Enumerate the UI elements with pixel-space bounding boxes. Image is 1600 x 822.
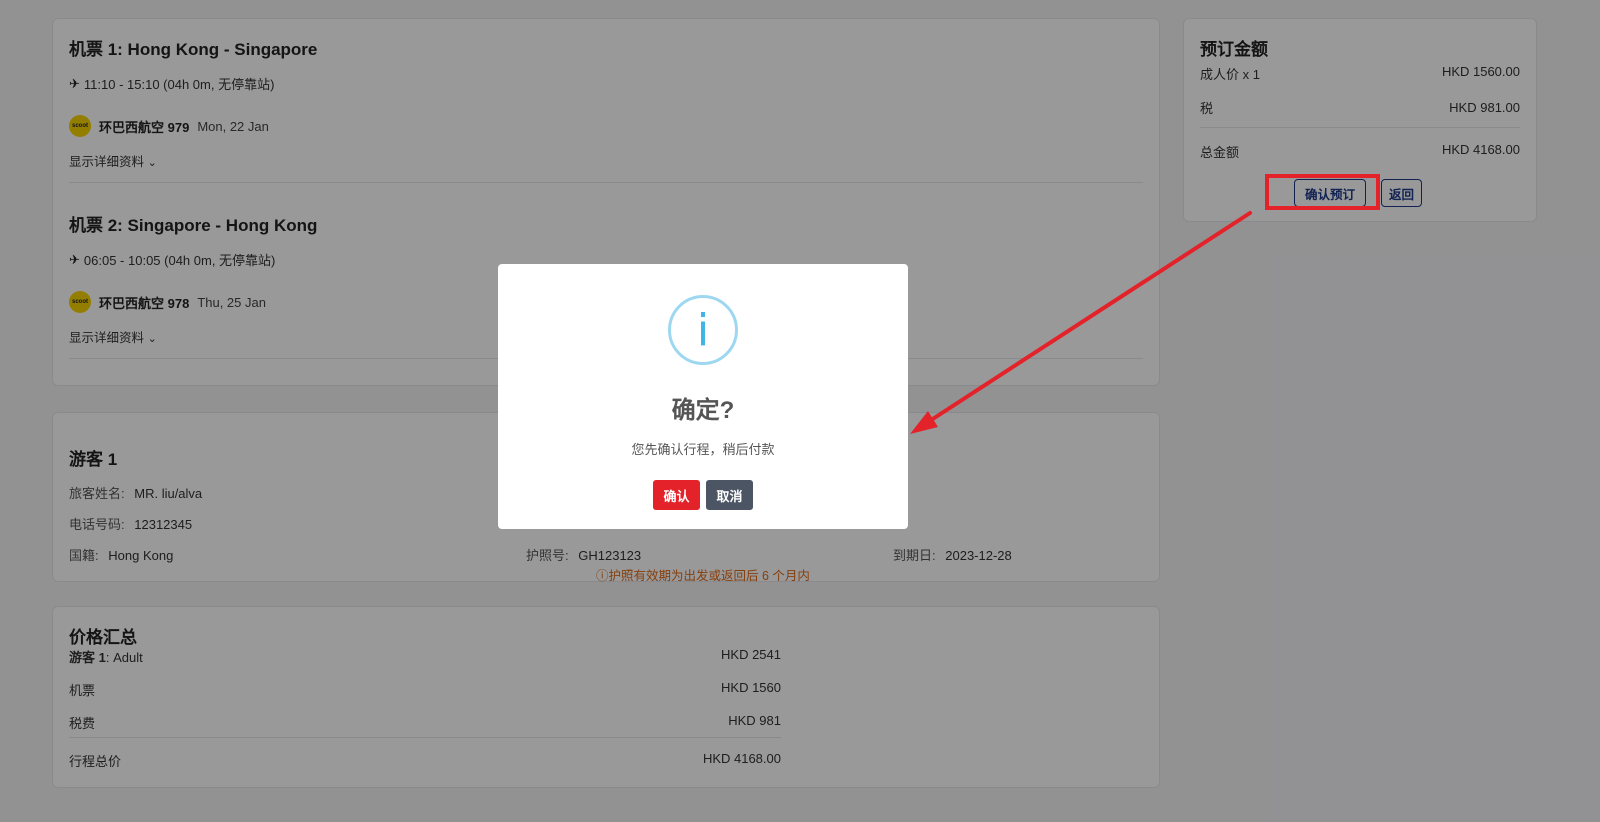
dialog-cancel-button[interactable]: 取消	[706, 480, 753, 510]
info-icon: i	[668, 295, 738, 365]
dialog-title: 确定?	[671, 397, 735, 424]
confirm-dialog: i 确定? 您先确认行程，稍后付款 确认 取消	[498, 264, 908, 529]
dialog-confirm-button[interactable]: 确认	[653, 480, 700, 510]
dialog-message: 您先确认行程，稍后付款	[631, 442, 775, 457]
